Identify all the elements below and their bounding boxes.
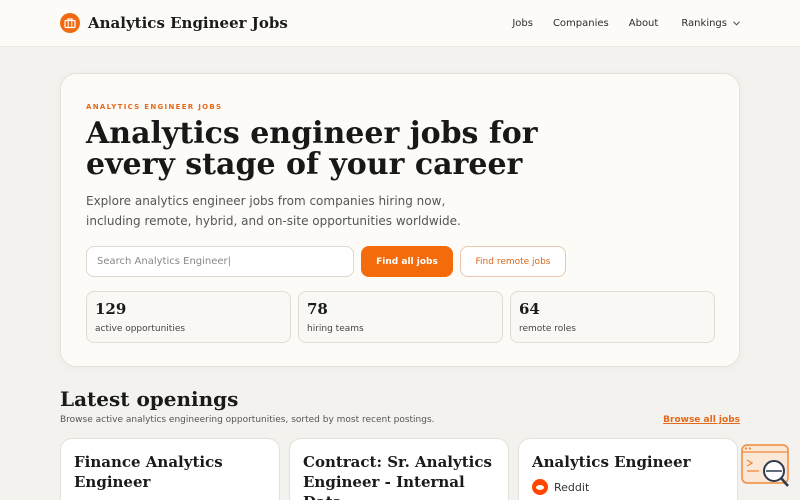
nav-link-companies[interactable]: Companies (553, 18, 609, 29)
latest-openings-title: Latest openings (60, 387, 239, 411)
stat-value: 129 (95, 300, 127, 318)
job-card[interactable]: Analytics Engineer Reddit (518, 438, 738, 500)
latest-openings-subtitle: Browse active analytics engineering oppo… (60, 415, 435, 425)
nav-links: Jobs Companies About Rankings (512, 18, 740, 29)
chevron-down-icon (733, 20, 740, 26)
find-all-jobs-button[interactable]: Find all jobs (361, 246, 453, 277)
job-card[interactable]: Finance Analytics Engineer (60, 438, 280, 500)
hero-card: ANALYTICS ENGINEER JOBS Analytics engine… (60, 73, 740, 367)
brand-name: Analytics Engineer Jobs (88, 14, 288, 32)
hero-title: Analytics engineer jobs for every stage … (86, 116, 538, 182)
browse-all-jobs-link[interactable]: Browse all jobs (663, 415, 740, 425)
hero-subtitle: Explore analytics engineer jobs from com… (86, 194, 461, 228)
nav-rankings-dropdown[interactable]: Rankings (681, 18, 740, 29)
stat-card-remote: 64 remote roles (510, 291, 715, 343)
top-nav: Analytics Engineer Jobs Jobs Companies A… (0, 0, 800, 47)
hero-eyebrow: ANALYTICS ENGINEER JOBS (86, 103, 223, 111)
job-title: Analytics Engineer (532, 453, 691, 471)
stat-card-teams: 78 hiring teams (298, 291, 503, 343)
job-search-widget[interactable] (741, 444, 793, 490)
stat-label: remote roles (519, 324, 576, 334)
stat-label: hiring teams (307, 324, 364, 334)
stat-value: 78 (307, 300, 328, 318)
nav-link-jobs[interactable]: Jobs (512, 18, 533, 29)
job-title: Contract: Sr. Analytics Engineer - Inter… (303, 453, 492, 500)
stat-card-opportunities: 129 active opportunities (86, 291, 291, 343)
job-card[interactable]: Contract: Sr. Analytics Engineer - Inter… (289, 438, 509, 500)
nav-rankings-label: Rankings (681, 17, 727, 29)
brand-logo[interactable]: Analytics Engineer Jobs (60, 13, 288, 33)
find-remote-jobs-button[interactable]: Find remote jobs (460, 246, 566, 277)
job-company: Reddit (532, 479, 724, 495)
nav-link-about[interactable]: About (629, 18, 659, 29)
reddit-icon (532, 479, 548, 495)
stat-value: 64 (519, 300, 540, 318)
search-input[interactable] (86, 246, 354, 277)
company-name: Reddit (554, 480, 590, 494)
search-window-icon (741, 444, 789, 487)
briefcase-icon (60, 13, 80, 33)
job-title: Finance Analytics Engineer (74, 453, 223, 491)
stat-label: active opportunities (95, 324, 186, 334)
